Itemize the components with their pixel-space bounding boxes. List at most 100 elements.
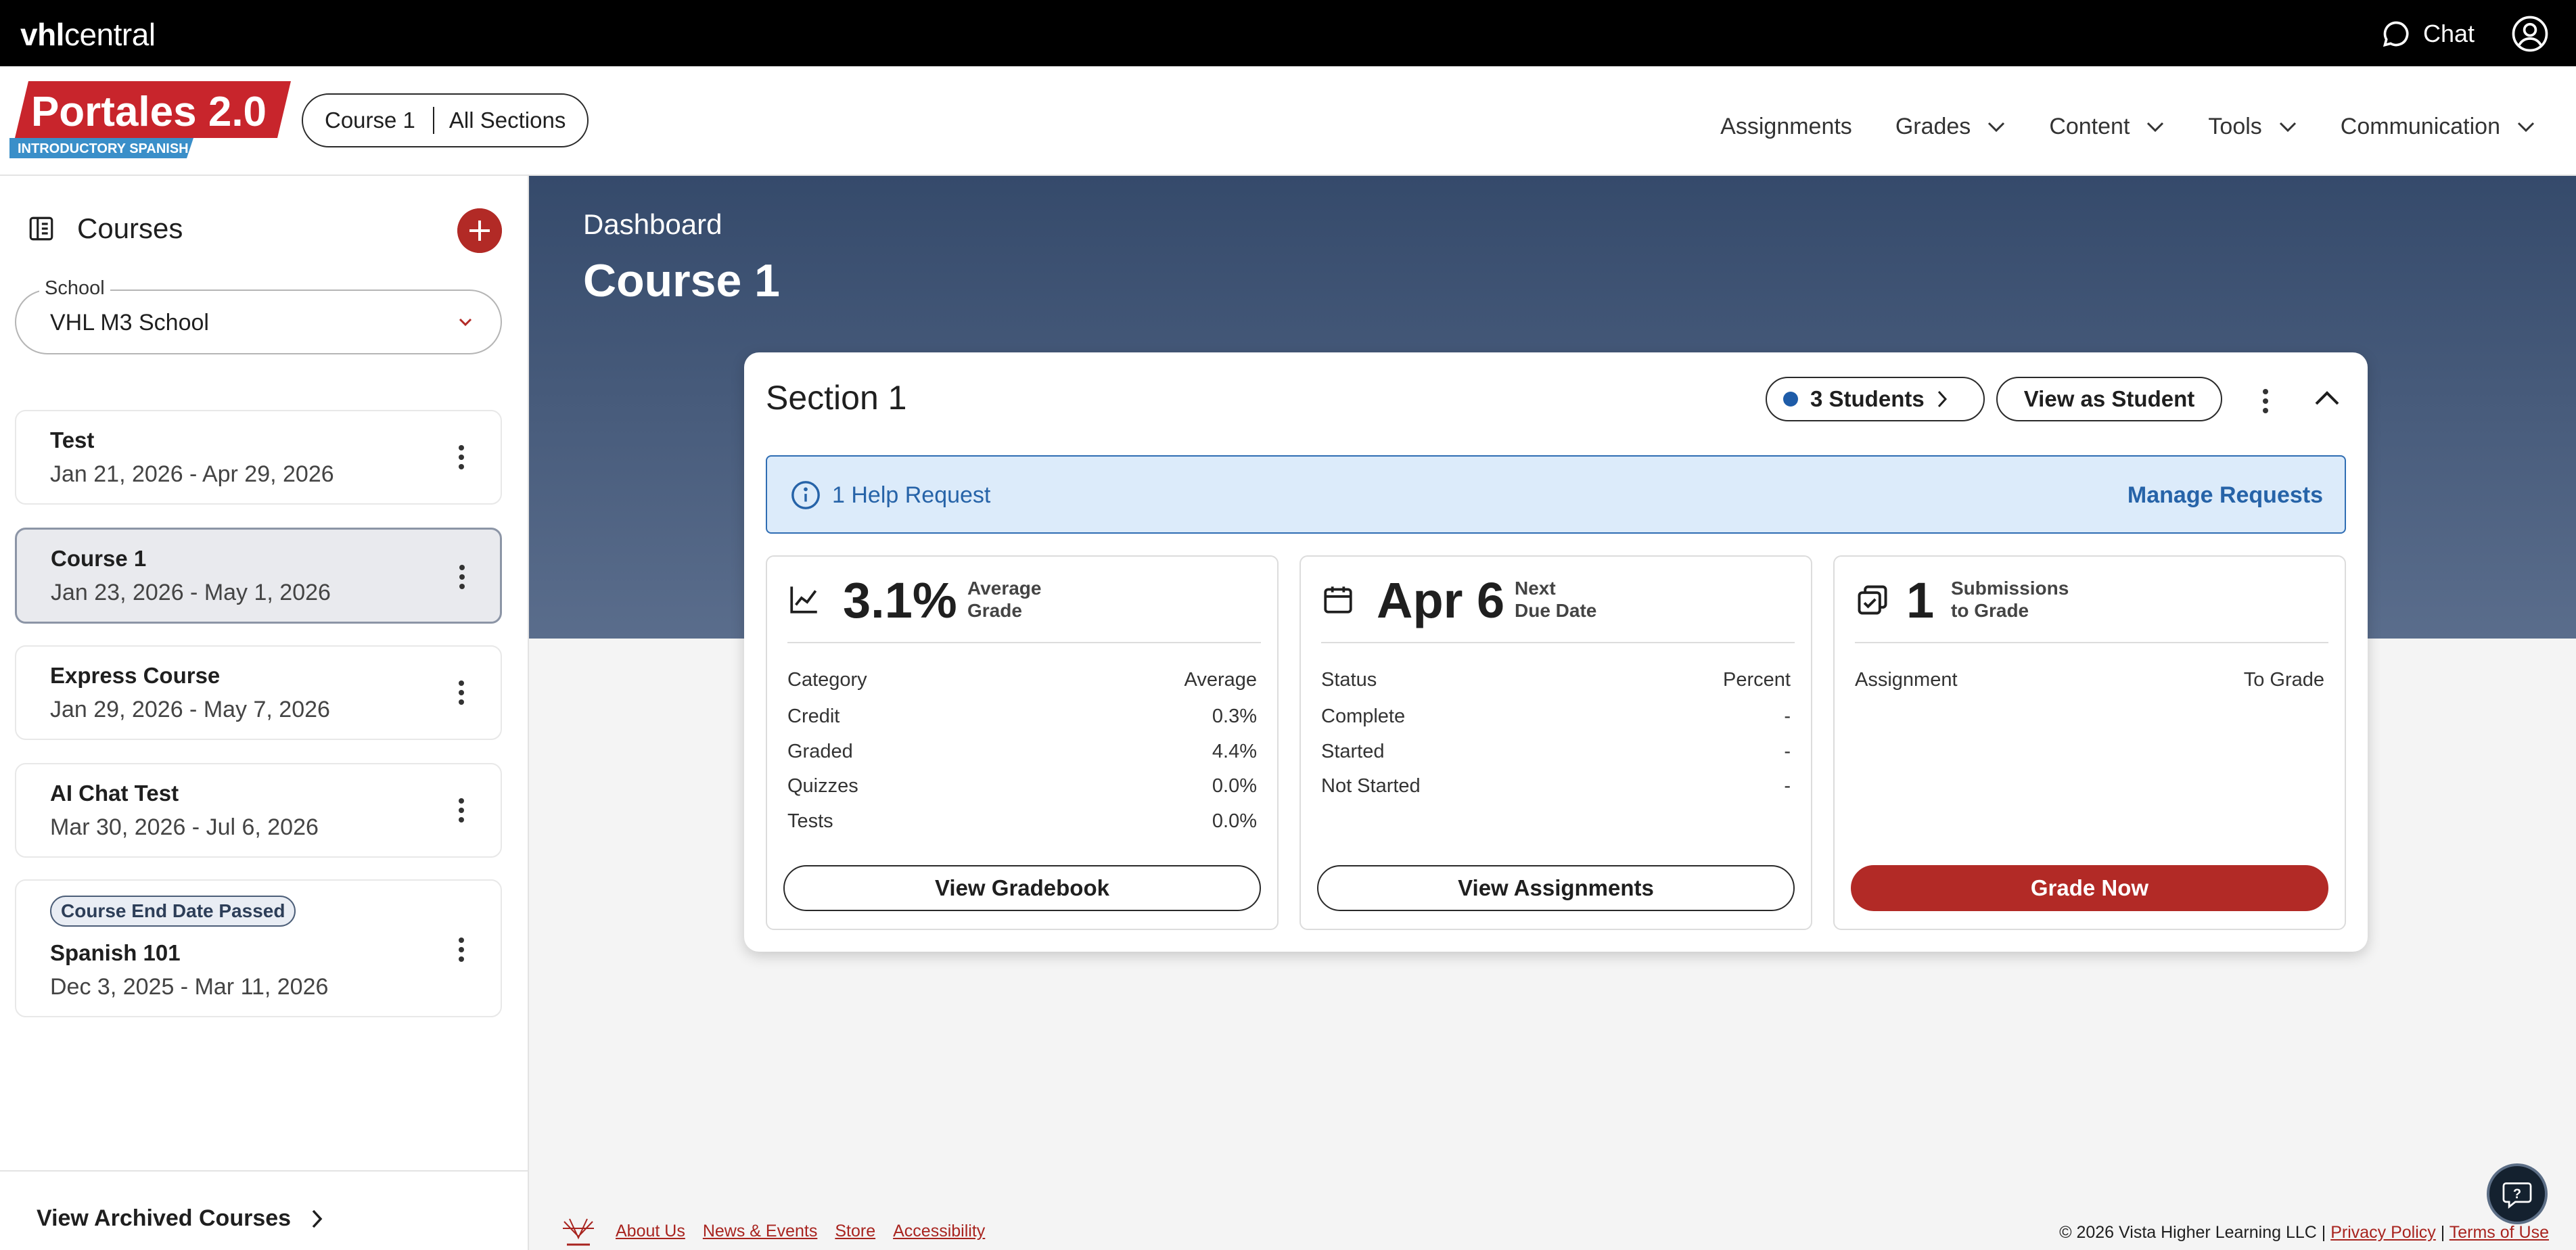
submissions-check-icon (1858, 585, 1887, 615)
nav-communication[interactable]: Communication (2341, 114, 2535, 140)
info-icon (791, 481, 820, 509)
table-row: Not Started - (1321, 775, 1791, 797)
vhlcentral-logo[interactable]: vhlcentral (20, 16, 156, 53)
course-dates: Jan 23, 2026 - May 1, 2026 (51, 580, 331, 605)
sidebar-panel-icon[interactable] (27, 214, 55, 243)
main-nav: Assignments Grades Content Tools Communi… (1720, 114, 2535, 140)
school-select[interactable]: School VHL M3 School (15, 277, 502, 354)
help-request-alert: 1 Help Request Manage Requests (766, 455, 2346, 534)
page-footer: About Us News & Events Store Accessibili… (529, 1204, 2576, 1250)
user-account-icon[interactable] (2511, 15, 2549, 53)
manage-requests-link[interactable]: Manage Requests (2128, 482, 2323, 509)
privacy-policy-link[interactable]: Privacy Policy (2330, 1223, 2436, 1242)
table-row: Tests 0.0% (787, 810, 1257, 832)
average-grade-value: 3.1% (843, 572, 957, 628)
status-header: Status (1321, 669, 1377, 691)
selected-section: All Sections (448, 108, 566, 133)
chevron-down-icon (2147, 122, 2164, 132)
average-grade-card: 3.1% Average Grade Category Average Credi… (766, 555, 1279, 930)
line-chart-icon (790, 586, 817, 614)
logo-subtitle: INTRODUCTORY SPANISH (18, 141, 189, 156)
chat-bubble-icon (2383, 21, 2409, 47)
submissions-card: 1 Submissions to Grade Assignment To Grad… (1833, 555, 2346, 930)
archived-courses-section: View Archived Courses (0, 1170, 528, 1250)
status-dot (1783, 392, 1798, 407)
nav-tools[interactable]: Tools (2208, 114, 2297, 140)
course-card-ai-chat-test[interactable]: AI Chat Test Mar 30, 2026 - Jul 6, 2026 (15, 763, 502, 858)
course-name: Course 1 (51, 546, 147, 571)
course-card-spanish-101[interactable]: Course End Date Passed Spanish 101 Dec 3… (15, 879, 502, 1017)
nav-assignments[interactable]: Assignments (1720, 114, 1852, 140)
store-link[interactable]: Store (835, 1222, 875, 1241)
about-us-link[interactable]: About Us (616, 1222, 685, 1241)
average-grade-caption: Average Grade (967, 578, 1042, 621)
top-bar: vhlcentral Chat (0, 0, 2576, 66)
students-button[interactable]: 3 Students (1766, 377, 1985, 421)
course-section-selector[interactable]: Course 1 All Sections (302, 93, 589, 147)
chevron-down-icon (2279, 122, 2296, 132)
footer-links: About Us News & Events Store Accessibili… (616, 1222, 985, 1241)
view-archived-courses-link[interactable]: View Archived Courses (37, 1205, 323, 1232)
help-chat-icon[interactable]: ? (2487, 1163, 2548, 1224)
grade-now-button[interactable]: Grade Now (1851, 865, 2328, 911)
section-panel: Section 1 3 Students View as Student 1 H… (744, 352, 2368, 952)
kebab-menu-icon[interactable] (458, 563, 466, 591)
terms-of-use-link[interactable]: Terms of Use (2450, 1223, 2549, 1242)
calendar-icon (1324, 586, 1352, 614)
to-grade-header: To Grade (2243, 669, 2324, 691)
chevron-right-icon (1937, 390, 1947, 408)
view-as-student-button[interactable]: View as Student (1996, 377, 2222, 421)
next-due-date-card: Apr 6 Next Due Date Status Percent Comple… (1300, 555, 1812, 930)
breadcrumb: Dashboard (583, 208, 722, 240)
percent-header: Percent (1723, 669, 1791, 691)
course-card-express-course[interactable]: Express Course Jan 29, 2026 - May 7, 202… (15, 645, 502, 740)
courses-heading: Courses (27, 212, 183, 245)
course-dates: Mar 30, 2026 - Jul 6, 2026 (50, 814, 319, 840)
chat-label: Chat (2423, 20, 2475, 47)
table-row: Credit 0.3% (787, 705, 1257, 727)
view-gradebook-button[interactable]: View Gradebook (783, 865, 1261, 911)
chat-button[interactable]: Chat (2381, 19, 2475, 49)
course-header: Portales 2.0 INTRODUCTORY SPANISH Course… (0, 66, 2576, 176)
next-due-date-caption: Next Due Date (1515, 578, 1597, 621)
course-end-badge: Course End Date Passed (50, 896, 296, 927)
students-label: 3 Students (1810, 386, 1925, 411)
kebab-menu-icon[interactable] (457, 797, 465, 824)
section-title: Section 1 (766, 379, 907, 417)
page-title: Course 1 (583, 255, 780, 306)
submissions-caption: Submissions to Grade (1951, 578, 2069, 621)
submissions-count: 1 (1906, 572, 1935, 628)
vista-logo[interactable] (560, 1215, 597, 1249)
course-card-test[interactable]: Test Jan 21, 2026 - Apr 29, 2026 (15, 410, 502, 505)
chevron-up-icon[interactable] (2314, 389, 2341, 407)
course-name: AI Chat Test (50, 781, 179, 806)
kebab-menu-icon[interactable] (457, 444, 465, 471)
course-card-course-1[interactable]: Course 1 Jan 23, 2026 - May 1, 2026 (15, 528, 502, 624)
news-events-link[interactable]: News & Events (703, 1222, 818, 1241)
chevron-down-icon (1988, 122, 2005, 132)
courses-title: Courses (77, 212, 183, 244)
course-name: Test (50, 427, 95, 453)
course-dates: Jan 29, 2026 - May 7, 2026 (50, 697, 330, 722)
logo-title: Portales 2.0 (31, 89, 267, 135)
category-header: Category (787, 669, 867, 691)
copyright: © 2026 Vista Higher Learning LLC | Priva… (2059, 1223, 2549, 1242)
kebab-menu-icon[interactable] (2261, 388, 2270, 415)
chevron-down-icon (2517, 122, 2535, 132)
course-dates: Jan 21, 2026 - Apr 29, 2026 (50, 461, 334, 487)
school-value: VHL M3 School (50, 310, 209, 335)
nav-grades[interactable]: Grades (1895, 114, 2006, 140)
average-header: Average (1184, 669, 1258, 691)
kebab-menu-icon[interactable] (457, 679, 465, 706)
view-assignments-button[interactable]: View Assignments (1317, 865, 1795, 911)
nav-content[interactable]: Content (2049, 114, 2165, 140)
courses-sidebar: Courses School VHL M3 School Test Jan 21… (0, 176, 529, 1250)
table-row: Started - (1321, 741, 1791, 762)
portales-logo[interactable]: Portales 2.0 INTRODUCTORY SPANISH (9, 81, 291, 158)
kebab-menu-icon[interactable] (457, 936, 465, 963)
accessibility-link[interactable]: Accessibility (893, 1222, 985, 1241)
table-row: Quizzes 0.0% (787, 775, 1257, 797)
help-request-text: 1 Help Request (832, 482, 991, 508)
add-course-button[interactable] (457, 208, 502, 253)
svg-text:?: ? (2513, 1186, 2521, 1201)
